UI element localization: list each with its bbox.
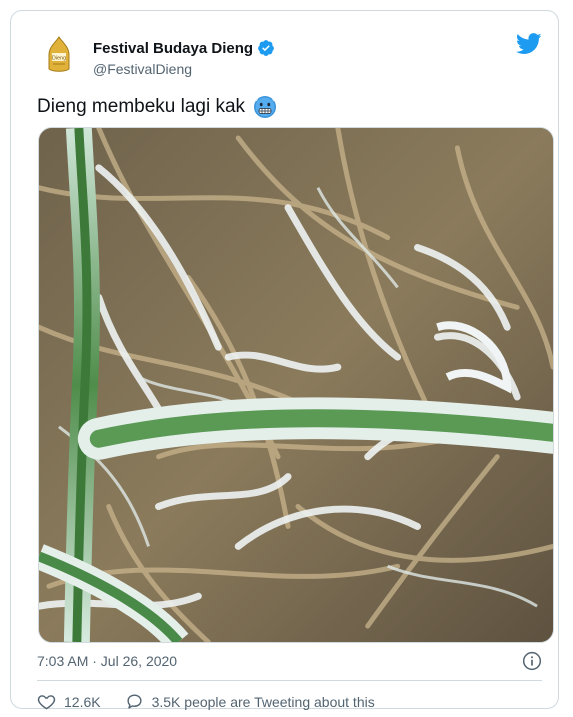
twitter-bird-icon[interactable]: [516, 33, 542, 55]
heart-icon: [37, 695, 56, 710]
speech-bubble-icon: [127, 694, 142, 709]
verified-badge-icon: [258, 40, 274, 56]
avatar[interactable]: Dieng: [35, 31, 83, 79]
name-row: Festival Budaya Dieng: [93, 39, 275, 57]
tweet-card: Dieng Festival Budaya Dieng @FestivalDie…: [10, 10, 559, 711]
avatar-logo-text: Dieng: [52, 56, 66, 62]
tweet-timestamp[interactable]: 7:03 AM · Jul 26, 2020: [37, 653, 177, 669]
cold-face-emoji-icon: [254, 96, 277, 118]
divider: [37, 680, 542, 681]
engagement-bar: 12.6K 3.5K people are Tweeting about thi…: [37, 692, 375, 711]
conversation-text: 3.5K people are Tweeting about this: [151, 693, 375, 710]
tweet-body: Dieng membeku lagi kak: [37, 96, 246, 117]
dieng-logo-icon: Dieng: [36, 32, 82, 78]
display-name[interactable]: Festival Budaya Dieng: [93, 40, 253, 57]
tweet-text: Dieng membeku lagi kak: [37, 95, 277, 119]
info-icon[interactable]: [522, 651, 542, 671]
conversation-button[interactable]: 3.5K people are Tweeting about this: [125, 692, 375, 711]
like-count: 12.6K: [64, 693, 101, 710]
handle[interactable]: @FestivalDieng: [93, 61, 275, 77]
like-button[interactable]: 12.6K: [37, 692, 101, 711]
tweet-photo[interactable]: [38, 127, 554, 643]
frosted-grass-image: [39, 128, 553, 642]
author-block: Festival Budaya Dieng @FestivalDieng: [93, 39, 275, 77]
